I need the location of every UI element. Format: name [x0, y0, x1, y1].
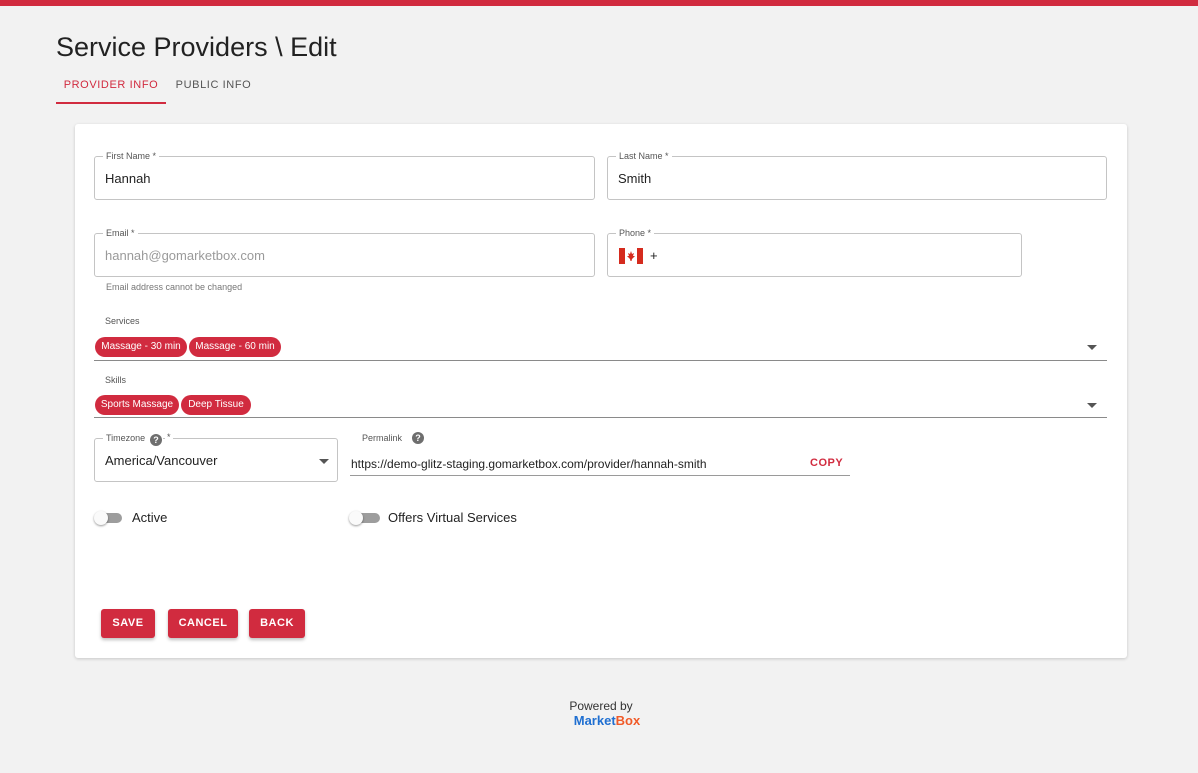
virtual-services-toggle-thumb[interactable]: [349, 511, 363, 525]
skills-underline: [94, 417, 1107, 418]
permalink-underline: [350, 475, 850, 476]
timezone-value: America/Vancouver: [105, 452, 218, 468]
timezone-select[interactable]: Timezone ? * America/Vancouver: [94, 432, 338, 482]
email-helper-text: Email address cannot be changed: [106, 282, 243, 292]
services-dropdown-icon[interactable]: [1087, 345, 1097, 350]
phone-label: Phone *: [616, 227, 655, 239]
first-name-value: Hannah: [105, 170, 151, 186]
powered-by-text: Powered by: [569, 699, 633, 713]
cancel-button[interactable]: CANCEL: [168, 609, 238, 638]
timezone-dropdown-icon: [319, 459, 329, 464]
logo-box-text: Box: [615, 713, 641, 728]
copy-button[interactable]: COPY: [810, 457, 843, 469]
phone-field[interactable]: Phone * +: [607, 227, 1022, 277]
service-chip[interactable]: Massage - 60 min: [189, 337, 281, 357]
services-label: Services: [105, 316, 140, 326]
phone-prefix: +: [650, 247, 658, 263]
tab-public-info[interactable]: PUBLIC INFO: [171, 70, 256, 102]
canada-flag-icon[interactable]: [619, 248, 643, 264]
service-chip[interactable]: Massage - 30 min: [95, 337, 187, 357]
skill-chip[interactable]: Deep Tissue: [181, 395, 251, 415]
email-value: hannah@gomarketbox.com: [105, 247, 265, 263]
last-name-field[interactable]: Last Name * Smith: [607, 150, 1107, 200]
skills-label: Skills: [105, 375, 127, 385]
first-name-field[interactable]: First Name * Hannah: [94, 150, 595, 200]
active-label: Active: [132, 510, 168, 525]
skill-chip[interactable]: Sports Massage: [95, 395, 179, 415]
permalink-label: Permalink: [362, 433, 403, 443]
virtual-services-label: Offers Virtual Services: [388, 510, 517, 525]
active-toggle-thumb[interactable]: [94, 511, 108, 525]
page-title: Service Providers \ Edit: [56, 32, 337, 62]
tab-provider-info[interactable]: PROVIDER INFO: [56, 70, 166, 104]
top-accent-bar: [0, 0, 1198, 6]
last-name-value: Smith: [618, 170, 652, 186]
back-button[interactable]: BACK: [249, 609, 305, 638]
email-field: Email * hannah@gomarketbox.com: [94, 227, 595, 277]
services-underline: [94, 360, 1107, 361]
logo-market-text: Market: [573, 713, 616, 728]
permalink-value[interactable]: https://demo-glitz-staging.gomarketbox.c…: [351, 457, 801, 475]
save-button[interactable]: SAVE: [101, 609, 155, 638]
help-icon[interactable]: ?: [412, 432, 424, 444]
skills-dropdown-icon[interactable]: [1087, 403, 1097, 408]
provider-form-card: First Name * Hannah Last Name * Smith Em…: [75, 124, 1127, 658]
marketbox-logo[interactable]: MarketBox: [540, 713, 674, 728]
